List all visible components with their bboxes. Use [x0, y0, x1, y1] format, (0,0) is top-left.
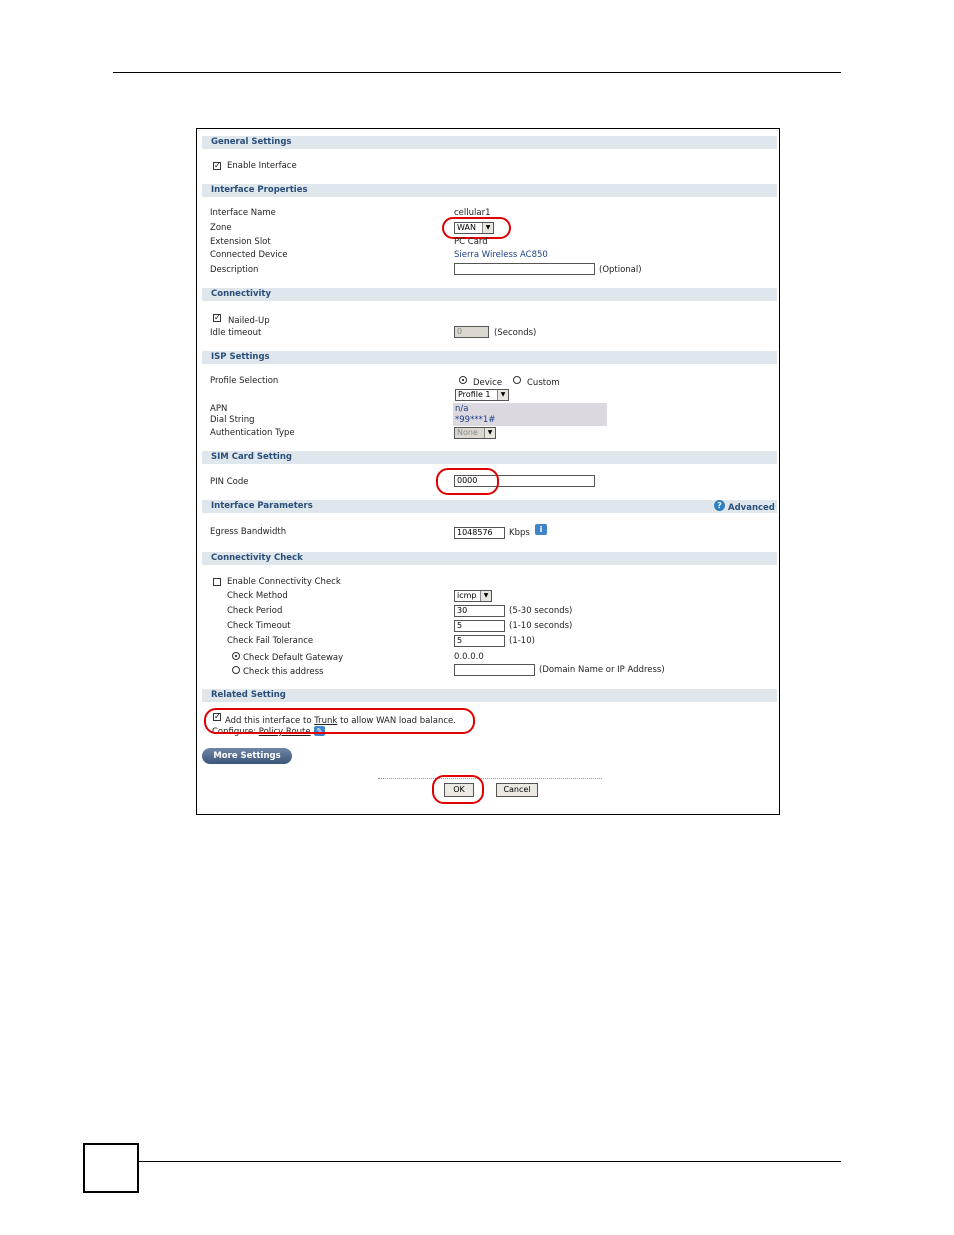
check-period-label: Check Period: [227, 606, 283, 616]
nailed-up-checkbox[interactable]: ✓: [213, 314, 221, 322]
idle-timeout-label: Idle timeout: [210, 328, 262, 338]
check-fail-tolerance-label: Check Fail Tolerance: [227, 636, 314, 646]
description-label: Description: [210, 265, 259, 275]
egress-bandwidth-unit: Kbps: [509, 528, 530, 538]
check-this-address-hint: (Domain Name or IP Address): [539, 665, 665, 675]
nailed-up-label: Nailed-Up: [228, 316, 270, 326]
zone-label: Zone: [210, 223, 232, 233]
check-default-gateway-radio[interactable]: [232, 652, 240, 660]
extension-slot-value: PC Card: [454, 237, 488, 247]
profile-custom-radio[interactable]: [513, 376, 521, 384]
section-isp-settings: ISP Settings: [202, 351, 777, 364]
check-timeout-input[interactable]: 5: [454, 620, 505, 632]
check-fail-tolerance-hint: (1-10): [509, 636, 535, 646]
idle-timeout-input[interactable]: 0: [454, 326, 489, 338]
description-input[interactable]: [454, 263, 595, 275]
check-default-gateway-label: Check Default Gateway: [243, 653, 344, 663]
auth-type-select[interactable]: None ▼: [454, 427, 496, 439]
section-general-settings: General Settings: [202, 136, 777, 149]
page-footer-rule: [113, 1161, 841, 1162]
check-this-address-label: Check this address: [243, 667, 324, 677]
egress-bandwidth-label: Egress Bandwidth: [210, 527, 287, 537]
section-interface-properties: Interface Properties: [202, 184, 777, 197]
connected-device-label: Connected Device: [210, 250, 288, 260]
help-icon[interactable]: ?: [714, 500, 725, 511]
default-gateway-value: 0.0.0.0: [454, 652, 484, 662]
highlight-circle-zone: [442, 217, 511, 239]
button-divider: [378, 778, 602, 779]
dial-string-value: *99***1#: [455, 415, 496, 425]
profile-select[interactable]: Profile 1 ▼: [455, 389, 509, 401]
connected-device-value: Sierra Wireless AC850: [454, 250, 548, 260]
interface-name-label: Interface Name: [210, 208, 276, 218]
check-timeout-label: Check Timeout: [227, 621, 291, 631]
page-header-rule: [113, 72, 841, 73]
check-this-address-input[interactable]: [454, 664, 535, 676]
highlight-circle-ok: [432, 775, 484, 804]
check-method-select[interactable]: icmp ▼: [454, 590, 492, 602]
egress-bandwidth-input[interactable]: 1048576: [454, 527, 505, 539]
check-method-value: icmp: [457, 591, 477, 600]
enable-conn-check-checkbox[interactable]: [213, 578, 221, 586]
advanced-link[interactable]: Advanced: [728, 503, 775, 513]
profile-device-label: Device: [473, 378, 503, 388]
cancel-button[interactable]: Cancel: [496, 783, 538, 797]
auth-type-label: Authentication Type: [210, 428, 295, 438]
profile-custom-label: Custom: [527, 378, 560, 388]
check-period-input[interactable]: 30: [454, 605, 505, 617]
check-period-hint: (5-30 seconds): [509, 606, 573, 616]
section-related-setting: Related Setting: [202, 689, 777, 702]
enable-interface-checkbox[interactable]: ✓: [213, 162, 221, 170]
apn-value: n/a: [455, 404, 469, 414]
profile-device-radio[interactable]: [459, 376, 467, 384]
info-icon[interactable]: i: [535, 524, 547, 535]
chevron-down-icon: ▼: [484, 428, 495, 438]
chevron-down-icon: ▼: [480, 591, 491, 601]
section-connectivity: Connectivity: [202, 288, 777, 301]
profile-select-value: Profile 1: [458, 390, 491, 399]
section-connectivity-check: Connectivity Check: [202, 552, 777, 565]
page-number-box: [83, 1143, 139, 1193]
enable-interface-label: Enable Interface: [227, 161, 297, 171]
extension-slot-label: Extension Slot: [210, 237, 271, 247]
auth-type-value: None: [457, 428, 478, 437]
more-settings-button[interactable]: More Settings: [202, 748, 292, 764]
highlight-circle-trunk: [204, 708, 475, 734]
profile-selection-label: Profile Selection: [210, 376, 279, 386]
section-interface-parameters: Interface Parameters: [202, 500, 777, 513]
enable-conn-check-label: Enable Connectivity Check: [227, 577, 341, 587]
chevron-down-icon: ▼: [497, 390, 508, 400]
idle-timeout-unit: (Seconds): [494, 328, 537, 338]
apn-label: APN: [210, 404, 228, 414]
dial-string-label: Dial String: [210, 415, 255, 425]
description-hint: (Optional): [599, 265, 642, 275]
section-sim-card: SIM Card Setting: [202, 451, 777, 464]
check-fail-tolerance-input[interactable]: 5: [454, 635, 505, 647]
check-method-label: Check Method: [227, 591, 288, 601]
pin-code-label: PIN Code: [210, 477, 249, 487]
check-timeout-hint: (1-10 seconds): [509, 621, 573, 631]
check-this-address-radio[interactable]: [232, 666, 240, 674]
highlight-circle-pin: [436, 468, 499, 495]
